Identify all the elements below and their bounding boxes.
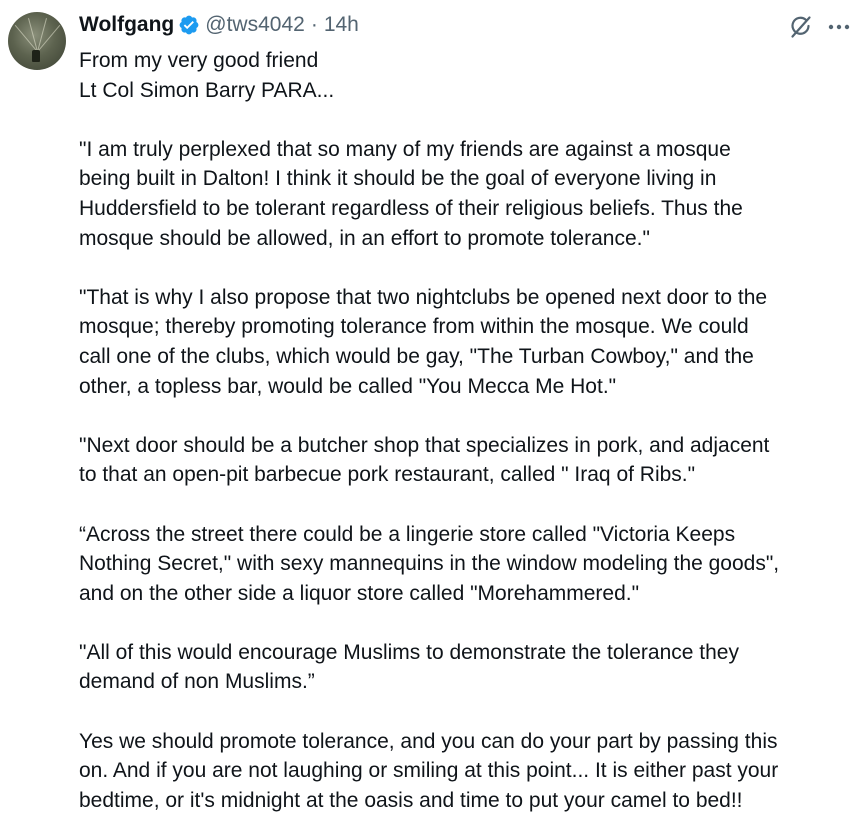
tweet-paragraph: “Across the street there could be a ling… <box>79 520 855 609</box>
tweet-text-line: call one of the clubs, which would be ga… <box>79 344 754 368</box>
tweet-text-line: “Across the street there could be a ling… <box>79 522 736 546</box>
tweet-paragraph: "Next door should be a butcher shop that… <box>79 431 855 490</box>
tweet-text-line: to that an open-pit barbecue pork restau… <box>79 463 696 487</box>
tweet[interactable]: Wolfgang @tws4042 · 14h From my very goo… <box>0 0 858 837</box>
tweet-paragraph: Yes we should promote tolerance, and you… <box>79 727 855 816</box>
tweet-text-line: Nothing Secret," with sexy mannequins in… <box>79 552 780 576</box>
tweet-text-line: and on the other side a liquor store cal… <box>79 581 640 605</box>
avatar[interactable] <box>8 12 66 70</box>
tweet-paragraph: "All of this would encourage Muslims to … <box>79 638 855 697</box>
tweet-text-line: Lt Col Simon Barry PARA... <box>79 78 335 102</box>
tweet-text-line: being built in Dalton! I think it should… <box>79 167 717 191</box>
tweet-text-line: "That is why I also propose that two nig… <box>79 285 768 309</box>
tweet-paragraph: "That is why I also propose that two nig… <box>79 283 855 401</box>
timestamp[interactable]: 14h <box>324 13 359 37</box>
grok-icon[interactable] <box>788 14 814 40</box>
tweet-text-line: mosque should be allowed, in an effort t… <box>79 226 650 250</box>
author-handle[interactable]: @tws4042 <box>205 13 305 37</box>
tweet-text-line: mosque; thereby promoting tolerance from… <box>79 315 749 339</box>
avatar-figure <box>32 50 40 62</box>
tweet-text-line: "I am truly perplexed that so many of my… <box>79 137 731 161</box>
tweet-text-line: "All of this would encourage Muslims to … <box>79 640 739 664</box>
tweet-text-line: Yes we should promote tolerance, and you… <box>79 729 778 753</box>
tweet-text-line: demand of non Muslims.” <box>79 670 315 694</box>
author-name[interactable]: Wolfgang <box>79 13 174 37</box>
tweet-text-line: on. And if you are not laughing or smili… <box>79 759 779 783</box>
tweet-text: From my very good friend Lt Col Simon Bar… <box>79 46 855 815</box>
tweet-text-line: From my very good friend <box>79 49 319 72</box>
tweet-text-line: bedtime, or it's midnight at the oasis a… <box>79 788 743 812</box>
tweet-text-line: "Next door should be a butcher shop that… <box>79 433 770 457</box>
tweet-header: Wolfgang @tws4042 · 14h <box>79 10 359 40</box>
tweet-text-line: Huddersfield to be tolerant regardless o… <box>79 196 743 220</box>
more-options-icon[interactable] <box>826 14 852 40</box>
tweet-text-line: other, a topless bar, would be called "Y… <box>79 374 617 398</box>
separator-dot: · <box>310 13 318 36</box>
tweet-paragraph: "I am truly perplexed that so many of my… <box>79 135 855 253</box>
verified-badge-icon[interactable] <box>178 14 200 36</box>
tweet-paragraph: From my very good friend Lt Col Simon Bar… <box>79 46 855 105</box>
